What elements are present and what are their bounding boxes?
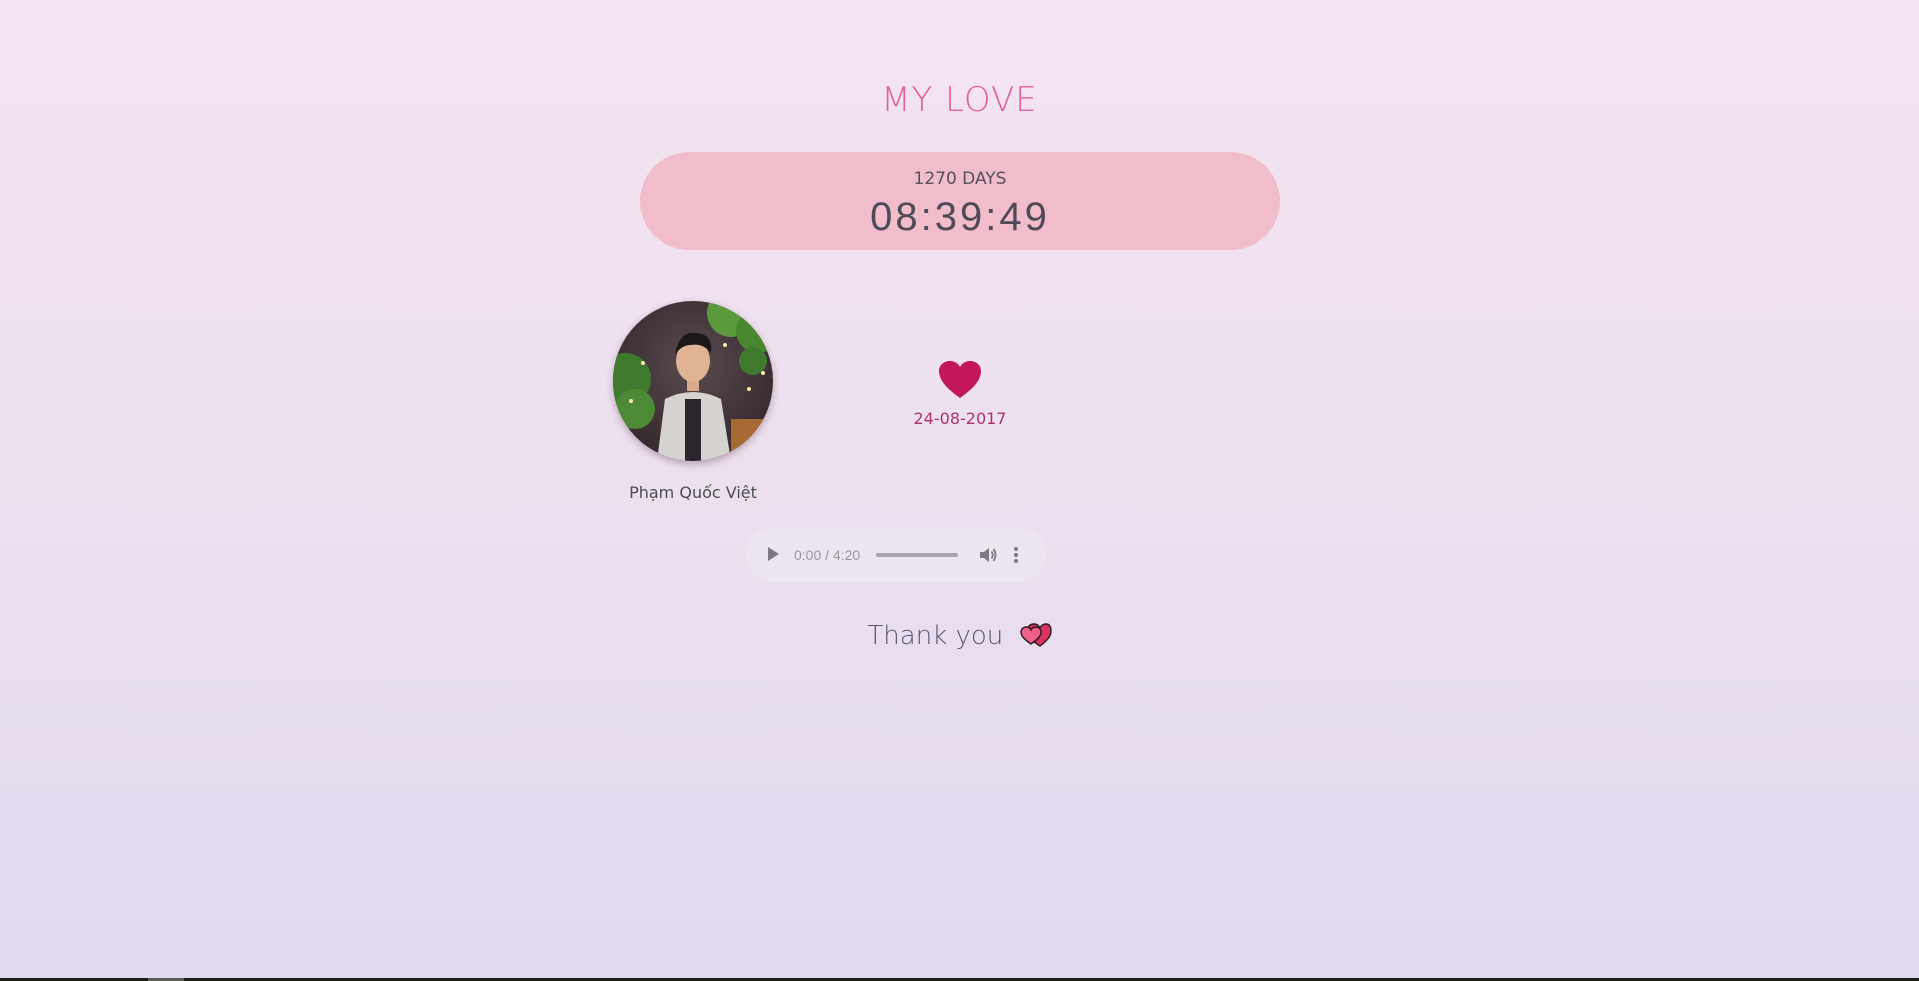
person-photo: [613, 301, 773, 461]
volume-icon[interactable]: [978, 545, 998, 565]
two-hearts-icon: [1019, 622, 1052, 647]
audio-seek-bar[interactable]: [876, 553, 958, 557]
audio-time: 0:00 / 4:20: [794, 547, 861, 563]
heart-icon: [939, 361, 981, 398]
days-count: 1270 DAYS: [913, 169, 1007, 189]
thank-you-message: Thank you: [0, 618, 1919, 654]
audio-player[interactable]: 0:00 / 4:20: [746, 528, 1046, 582]
page-title: MY LOVE: [881, 80, 1038, 120]
love-counter: 1270 DAYS 08:39:49: [640, 152, 1280, 250]
play-icon[interactable]: [768, 547, 779, 561]
person-name: Phạm Quốc Việt: [629, 483, 757, 502]
anniversary-date: 24-08-2017: [913, 409, 1007, 428]
time-clock: 08:39:49: [870, 195, 1050, 239]
more-vertical-icon[interactable]: [1012, 544, 1020, 566]
thank-you-text: Thank you: [867, 621, 1004, 651]
avatar: [613, 301, 773, 461]
